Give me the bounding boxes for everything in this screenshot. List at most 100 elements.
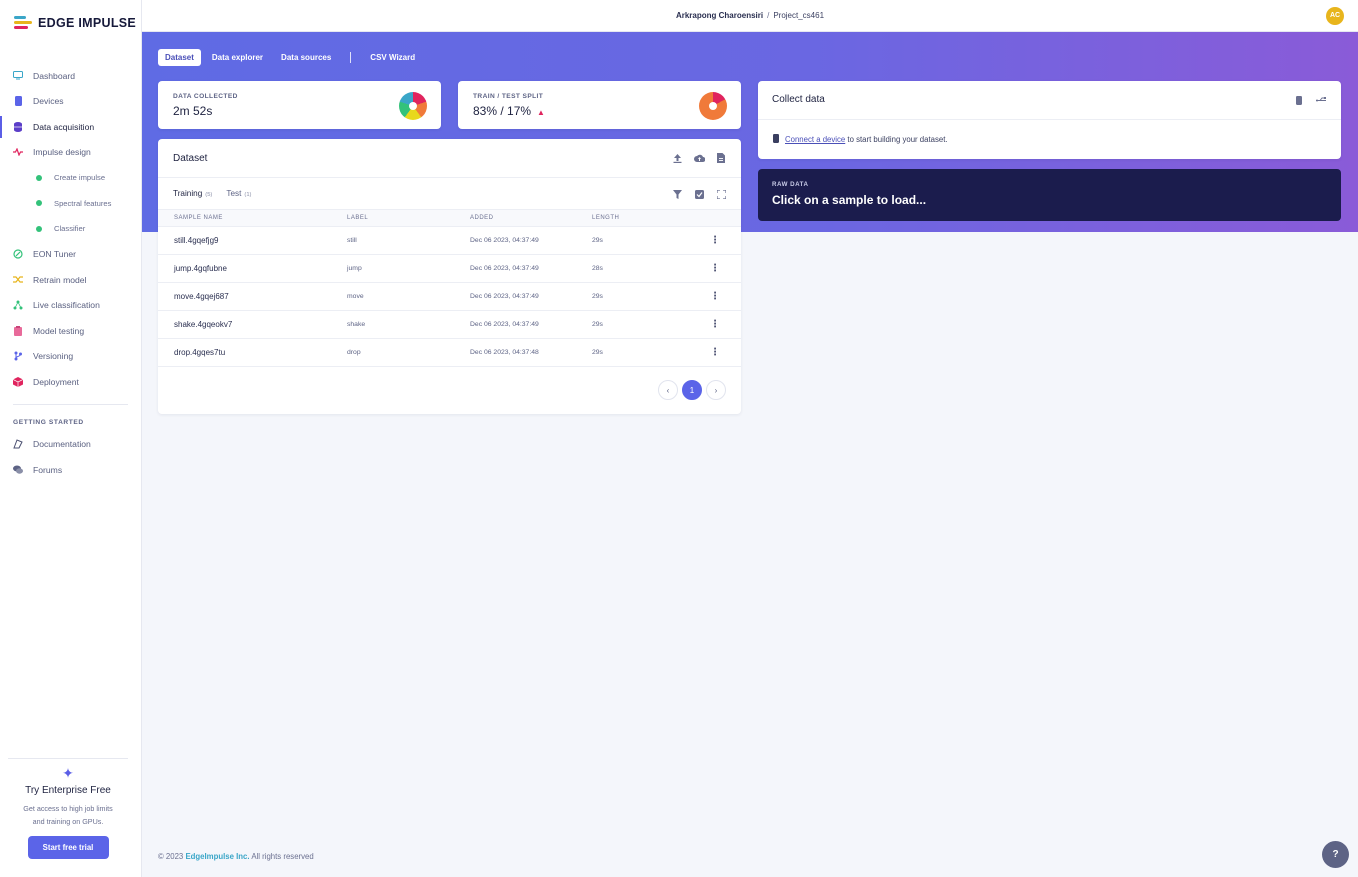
avatar[interactable]: AC bbox=[1326, 7, 1344, 25]
start-free-trial-button[interactable]: Start free trial bbox=[27, 836, 109, 859]
sidebar-item-deployment[interactable]: Deployment bbox=[0, 369, 141, 395]
sidebar: EDGE IMPULSE Dashboard Devices Data acqu… bbox=[0, 0, 142, 877]
sample-label: jump bbox=[347, 265, 362, 272]
sidebar-item-documentation[interactable]: Documentation bbox=[0, 432, 141, 458]
sidebar-item-label: Devices bbox=[33, 96, 64, 107]
sidebar-subitem-label: Create impulse bbox=[54, 173, 106, 183]
footer-company-link[interactable]: EdgeImpulse Inc. bbox=[185, 852, 249, 861]
column-header-sample-name[interactable]: SAMPLE NAME bbox=[174, 210, 223, 226]
table-row[interactable]: drop.4gqes7tu drop Dec 06 2023, 04:37:48… bbox=[158, 339, 741, 367]
row-menu-icon[interactable]: ⋮ bbox=[710, 255, 720, 283]
table-row[interactable]: shake.4gqeokv7 shake Dec 06 2023, 04:37:… bbox=[158, 311, 741, 339]
sidebar-subitem-classifier[interactable]: Classifier bbox=[0, 216, 141, 242]
dataset-card: Dataset Training (5) Test (1) SAMPLE NAME … bbox=[158, 139, 741, 414]
data-collected-card: DATA COLLECTED 2m 52s bbox=[158, 81, 441, 129]
column-header-length[interactable]: LENGTH bbox=[592, 210, 619, 226]
table-row[interactable]: move.4gqej687 move Dec 06 2023, 04:37:49… bbox=[158, 283, 741, 311]
edge-impulse-logo[interactable]: EDGE IMPULSE bbox=[14, 16, 136, 30]
collect-actions bbox=[1293, 94, 1327, 106]
top-bar: Arkrapong Charoensiri / Project_cs461 AC bbox=[142, 0, 1358, 32]
sidebar-item-live-classification[interactable]: Live classification bbox=[0, 293, 141, 319]
export-file-icon[interactable] bbox=[715, 152, 727, 164]
sidebar-item-label: Live classification bbox=[33, 300, 100, 311]
filter-icon[interactable] bbox=[671, 188, 683, 200]
sidebar-item-eon-tuner[interactable]: EON Tuner bbox=[0, 242, 141, 268]
sidebar-subitem-spectral-features[interactable]: Spectral features bbox=[0, 191, 141, 217]
sample-length: 28s bbox=[592, 265, 603, 272]
dataset-actions bbox=[671, 152, 727, 164]
sidebar-item-model-testing[interactable]: Model testing bbox=[0, 318, 141, 344]
sidebar-item-forums[interactable]: Forums bbox=[0, 457, 141, 483]
sample-length: 29s bbox=[592, 293, 603, 300]
raw-data-placeholder: Click on a sample to load... bbox=[772, 193, 927, 207]
help-button[interactable]: ? bbox=[1322, 841, 1349, 868]
subtab-test-count: (1) bbox=[244, 192, 252, 198]
sidebar-subitem-label: Spectral features bbox=[54, 198, 112, 208]
trial-title: Try Enterprise Free bbox=[25, 785, 111, 796]
row-menu-icon[interactable]: ⋮ bbox=[710, 311, 720, 339]
select-checkbox-icon[interactable] bbox=[693, 188, 705, 200]
sidebar-item-label: Data acquisition bbox=[33, 121, 95, 132]
row-menu-icon[interactable]: ⋮ bbox=[710, 227, 720, 255]
question-icon: ? bbox=[1332, 849, 1339, 860]
sample-length: 29s bbox=[592, 237, 603, 244]
device-icon[interactable] bbox=[1293, 94, 1305, 106]
sample-name[interactable]: drop.4gqes7tu bbox=[174, 339, 225, 367]
trial-desc-line: Get access to high job limits bbox=[23, 804, 113, 813]
connect-device-link[interactable]: Connect a device bbox=[785, 135, 845, 144]
subtab-training[interactable]: Training (5) bbox=[173, 189, 212, 198]
enterprise-trial-promo: ✦ Try Enterprise Free Get access to high… bbox=[8, 758, 128, 859]
sidebar-item-label: Documentation bbox=[33, 439, 91, 450]
sample-label: still bbox=[347, 237, 357, 244]
live-icon bbox=[13, 300, 23, 310]
next-page-button[interactable]: › bbox=[706, 380, 726, 400]
tab-dataset[interactable]: Dataset bbox=[158, 49, 201, 66]
collect-data-text: to start building your dataset. bbox=[847, 135, 948, 144]
tab-data-explorer[interactable]: Data explorer bbox=[205, 49, 270, 66]
sidebar-subitem-create-impulse[interactable]: Create impulse bbox=[0, 165, 141, 191]
sidebar-item-label: Dashboard bbox=[33, 70, 76, 81]
page-button-current[interactable]: 1 bbox=[682, 380, 702, 400]
status-dot-icon bbox=[36, 200, 42, 207]
sidebar-nav: Dashboard Devices Data acquisition Impul… bbox=[0, 63, 141, 483]
sidebar-item-label: Forums bbox=[33, 464, 63, 475]
tab-data-sources[interactable]: Data sources bbox=[274, 49, 338, 66]
column-header-added[interactable]: ADDED bbox=[470, 210, 494, 226]
subtab-test[interactable]: Test (1) bbox=[226, 189, 251, 198]
sidebar-item-dashboard[interactable]: Dashboard bbox=[0, 63, 141, 89]
table-row[interactable]: still.4gqefjg9 still Dec 06 2023, 04:37:… bbox=[158, 227, 741, 255]
breadcrumb-project[interactable]: Project_cs461 bbox=[773, 11, 824, 20]
sample-name[interactable]: move.4gqej687 bbox=[174, 283, 229, 311]
breadcrumb-user[interactable]: Arkrapong Charoensiri bbox=[676, 11, 763, 20]
sample-added: Dec 06 2023, 04:37:49 bbox=[470, 265, 539, 272]
subtab-training-count: (5) bbox=[205, 192, 213, 198]
train-test-split-label: TRAIN / TEST SPLIT bbox=[473, 93, 544, 100]
fullscreen-icon[interactable] bbox=[715, 188, 727, 200]
column-header-label[interactable]: LABEL bbox=[347, 210, 368, 226]
docs-icon bbox=[13, 439, 23, 449]
sample-name[interactable]: still.4gqefjg9 bbox=[174, 227, 218, 255]
row-menu-icon[interactable]: ⋮ bbox=[710, 339, 720, 367]
branch-icon bbox=[13, 351, 23, 361]
sidebar-item-retrain-model[interactable]: Retrain model bbox=[0, 267, 141, 293]
sidebar-item-data-acquisition[interactable]: Data acquisition bbox=[0, 114, 141, 140]
sample-added: Dec 06 2023, 04:37:49 bbox=[470, 237, 539, 244]
upload-icon[interactable] bbox=[671, 152, 683, 164]
usb-icon[interactable] bbox=[1315, 94, 1327, 106]
prev-page-button[interactable]: ‹ bbox=[658, 380, 678, 400]
data-collected-label: DATA COLLECTED bbox=[173, 93, 238, 100]
sample-name[interactable]: shake.4gqeokv7 bbox=[174, 311, 232, 339]
sample-name[interactable]: jump.4gqfubne bbox=[174, 255, 227, 283]
tab-csv-wizard[interactable]: CSV Wizard bbox=[363, 49, 422, 66]
sample-added: Dec 06 2023, 04:37:48 bbox=[470, 349, 539, 356]
sidebar-subitem-label: Classifier bbox=[54, 224, 86, 234]
collect-data-title: Collect data bbox=[772, 94, 825, 105]
row-menu-icon[interactable]: ⋮ bbox=[710, 283, 720, 311]
sidebar-item-devices[interactable]: Devices bbox=[0, 89, 141, 115]
cloud-upload-icon[interactable] bbox=[693, 152, 705, 164]
table-row[interactable]: jump.4gqfubne jump Dec 06 2023, 04:37:49… bbox=[158, 255, 741, 283]
warning-icon[interactable]: ▲ bbox=[537, 108, 545, 117]
sample-length: 29s bbox=[592, 321, 603, 328]
sidebar-item-versioning[interactable]: Versioning bbox=[0, 344, 141, 370]
sidebar-item-impulse-design[interactable]: Impulse design bbox=[0, 140, 141, 166]
